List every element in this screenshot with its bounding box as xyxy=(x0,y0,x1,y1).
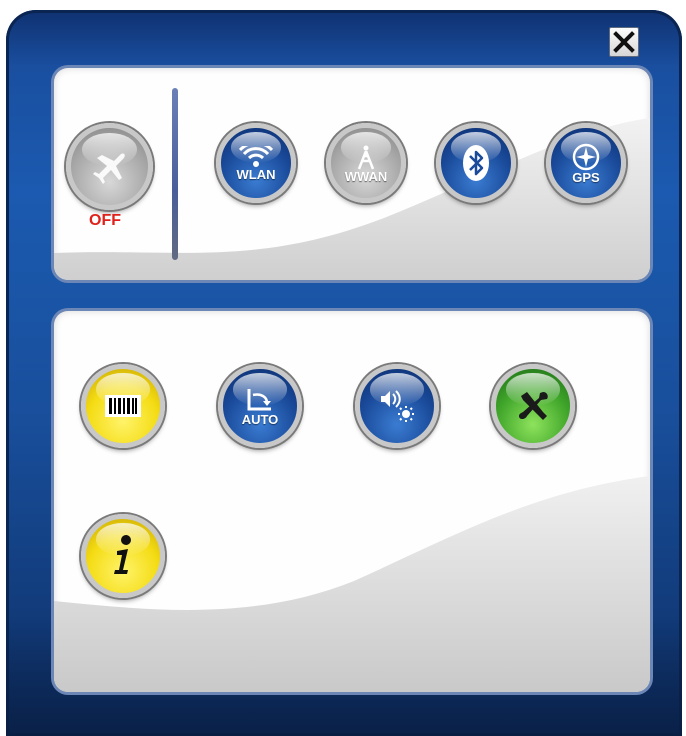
auto-rotate-label: AUTO xyxy=(241,411,279,427)
info-icon xyxy=(114,535,131,574)
panel-divider xyxy=(172,88,178,260)
barcode-icon xyxy=(105,395,141,417)
rotate-icon xyxy=(247,388,271,410)
wlan-label: WLAN xyxy=(236,166,276,182)
volume-brightness-button[interactable] xyxy=(355,364,439,448)
panel-wave-decoration xyxy=(54,476,650,692)
auto-rotate-button[interactable]: AUTO xyxy=(218,364,302,448)
airplane-mode-button[interactable] xyxy=(66,123,153,210)
tools-panel xyxy=(54,311,650,692)
barcode-scanner-button[interactable] xyxy=(81,364,165,448)
wlan-button[interactable]: WLAN xyxy=(216,123,296,203)
wwan-label: WWAN xyxy=(344,168,388,184)
airplane-mode-status: OFF xyxy=(89,212,121,229)
close-icon xyxy=(613,31,635,53)
settings-tools-button[interactable] xyxy=(491,364,575,448)
volume-brightness-icon xyxy=(381,390,414,422)
gps-button[interactable]: GPS xyxy=(546,123,626,203)
wifi-icon xyxy=(239,145,273,167)
gps-label: GPS xyxy=(572,169,600,185)
airplane-icon xyxy=(92,152,125,184)
bluetooth-button[interactable] xyxy=(436,123,516,203)
bluetooth-icon xyxy=(463,145,489,181)
wwan-button[interactable]: WWAN xyxy=(326,123,406,203)
compass-icon xyxy=(572,143,600,170)
close-button[interactable] xyxy=(609,27,639,57)
info-button[interactable] xyxy=(81,514,165,598)
antenna-icon xyxy=(357,145,375,169)
tools-icon xyxy=(519,392,548,420)
